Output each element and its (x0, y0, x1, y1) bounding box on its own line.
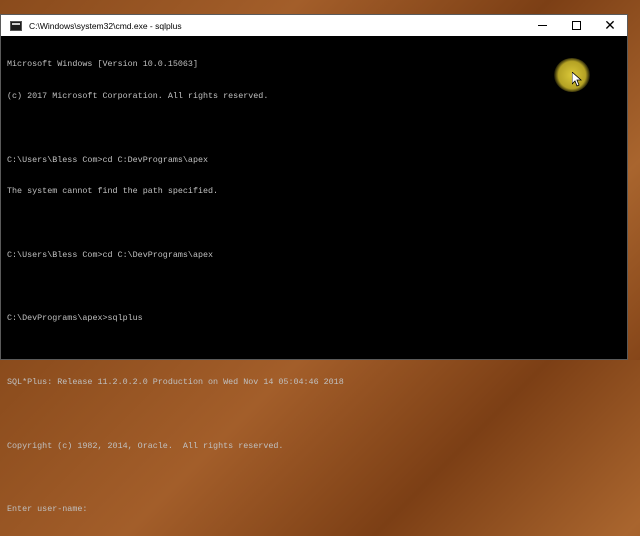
vertical-scrollbar[interactable] (613, 36, 627, 359)
console-output[interactable]: Microsoft Windows [Version 10.0.15063] (… (7, 38, 607, 514)
minimize-button[interactable] (525, 15, 559, 36)
console-line: C:\Users\Bless Com>cd C:DevPrograms\apex (7, 154, 209, 165)
console-line: Copyright (c) 1982, 2014, Oracle. All ri… (7, 440, 284, 451)
title-bar[interactable]: C:\Windows\system32\cmd.exe - sqlplus ✕ (1, 15, 627, 36)
close-button[interactable]: ✕ (593, 15, 627, 36)
window-controls: ✕ (525, 15, 627, 36)
console-line: C:\Users\Bless Com>cd C:\DevPrograms\ape… (7, 249, 214, 260)
console-line: The system cannot find the path specifie… (7, 186, 219, 197)
maximize-button[interactable] (559, 15, 593, 36)
console-line: SQL*Plus: Release 11.2.0.2.0 Production … (7, 377, 344, 387)
window-title: C:\Windows\system32\cmd.exe - sqlplus (29, 20, 182, 31)
cmd-app-icon[interactable] (10, 20, 22, 31)
prompt-line[interactable]: Enter user-name: (7, 504, 607, 515)
console-line: C:\DevPrograms\apex>sqlplus (7, 313, 143, 324)
cmd-window: C:\Windows\system32\cmd.exe - sqlplus ✕ … (0, 14, 628, 514)
mouse-pointer-icon (572, 72, 582, 87)
console-line: (c) 2017 Microsoft Corporation. All righ… (7, 90, 269, 101)
console-line: Microsoft Windows [Version 10.0.15063] (7, 59, 198, 70)
